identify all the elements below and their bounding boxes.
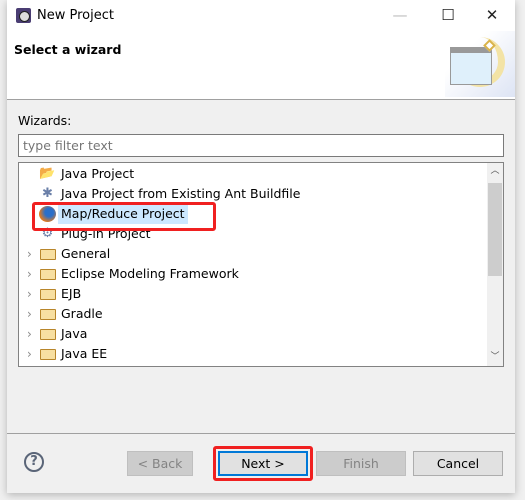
- tree-item[interactable]: 📂 Java Project: [19, 164, 487, 184]
- scroll-thumb[interactable]: [488, 183, 502, 276]
- folder-icon: [40, 309, 56, 320]
- tree-folder[interactable]: › General: [19, 244, 487, 264]
- folder-icon: [40, 269, 56, 280]
- expand-chevron-icon[interactable]: ›: [27, 324, 32, 344]
- wizards-label: Wizards:: [18, 113, 72, 128]
- footer-divider: [7, 433, 515, 434]
- help-icon[interactable]: ?: [24, 452, 44, 472]
- expand-chevron-icon[interactable]: ›: [27, 344, 32, 364]
- wizard-header: Select a wizard: [7, 31, 515, 100]
- tree-item[interactable]: ✱ Java Project from Existing Ant Buildfil…: [19, 184, 487, 204]
- expand-chevron-icon[interactable]: ›: [27, 244, 32, 264]
- tree-item-label: Eclipse Modeling Framework: [61, 266, 239, 281]
- tree-item-label: Java Project: [61, 166, 135, 181]
- tree-item-label: General: [61, 246, 111, 261]
- expand-chevron-icon[interactable]: ›: [27, 284, 32, 304]
- eclipse-app-icon: [16, 8, 31, 23]
- tree-item-label: Java Project from Existing Ant Buildfile: [61, 186, 301, 201]
- tree-item-label: Java EE: [61, 346, 108, 361]
- new-project-dialog: New Project — ☐ ✕ Select a wizard Wizard…: [7, 0, 515, 493]
- minimize-button[interactable]: —: [377, 0, 423, 31]
- java-project-icon: 📂: [39, 166, 56, 181]
- tree-folder[interactable]: › Gradle: [19, 304, 487, 324]
- annotation-highlight-mapreduce: [32, 202, 216, 231]
- tree-item-label: Gradle: [61, 306, 103, 321]
- annotation-highlight-next: [213, 446, 313, 481]
- scroll-down-icon[interactable]: ﹀: [487, 349, 503, 366]
- folder-icon: [40, 329, 56, 340]
- tree-item-label: Java: [61, 326, 88, 341]
- tree-folder[interactable]: › Java: [19, 324, 487, 344]
- back-button[interactable]: < Back: [127, 451, 193, 476]
- maximize-button[interactable]: ☐: [425, 0, 471, 31]
- tree-item-label: EJB: [61, 286, 82, 301]
- window-title: New Project: [37, 8, 114, 23]
- finish-button[interactable]: Finish: [316, 451, 406, 476]
- wizard-tree: › Java EE › Java › Gradle › EJB › Eclipse Modelin…: [18, 162, 504, 367]
- title-bar: New Project — ☐ ✕: [7, 0, 515, 31]
- close-button[interactable]: ✕: [469, 0, 515, 31]
- cancel-button[interactable]: Cancel: [413, 451, 503, 476]
- scrollbar[interactable]: ︿ ﹀: [487, 163, 503, 366]
- ant-icon: ✱: [42, 186, 53, 201]
- wizard-banner-icon: [445, 31, 515, 97]
- expand-chevron-icon[interactable]: ›: [27, 304, 32, 324]
- page-title: Select a wizard: [14, 42, 122, 57]
- folder-icon: [40, 349, 56, 360]
- folder-icon: [40, 249, 56, 260]
- scroll-up-icon[interactable]: ︿: [487, 163, 503, 180]
- tree-folder[interactable]: › Java EE: [19, 344, 487, 364]
- folder-icon: [40, 289, 56, 300]
- expand-chevron-icon[interactable]: ›: [27, 264, 32, 284]
- tree-folder[interactable]: › Eclipse Modeling Framework: [19, 264, 487, 284]
- filter-input[interactable]: [18, 134, 504, 157]
- tree-folder[interactable]: › EJB: [19, 284, 487, 304]
